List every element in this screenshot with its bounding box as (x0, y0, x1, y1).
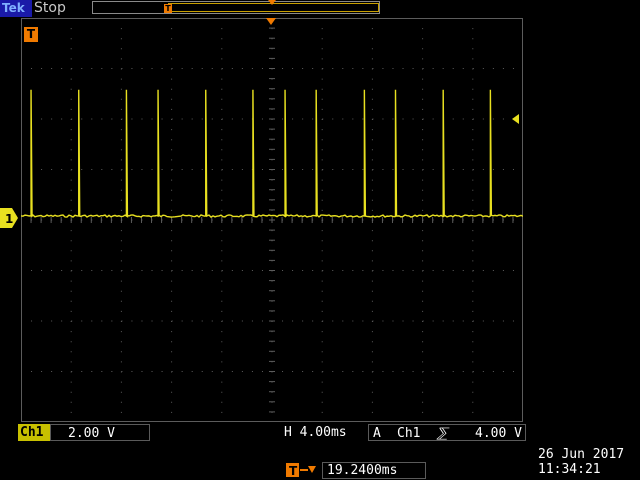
ch1-vertical-scale: 2.00 V (50, 424, 150, 441)
delay-arrow-head (308, 466, 316, 473)
ch1-ground-label: 1 (5, 212, 13, 226)
record-trigger-position-arrow (268, 0, 276, 5)
graticule-svg (21, 18, 523, 422)
delay-t-glyph: T (289, 464, 298, 478)
time-display: 11:34:21 (538, 462, 601, 477)
trigger-delay-icon: T (286, 463, 316, 478)
trigger-readout: A Ch1 ⅀ 4.00 V (368, 424, 526, 441)
trigger-source: Ch1 (397, 426, 421, 441)
trigger-point-badge: T (24, 27, 38, 42)
trigger-level-marker[interactable] (512, 114, 519, 124)
rising-edge-icon: ⅀ (437, 426, 448, 441)
trigger-mode: A (373, 426, 381, 441)
record-trigger-marker: T (164, 4, 172, 13)
ch1-readout-label[interactable]: Ch1 (18, 424, 50, 441)
horizontal-scale: H 4.00ms (284, 425, 347, 440)
trigger-position-marker[interactable] (266, 18, 276, 25)
date-display: 26 Jun 2017 (538, 447, 625, 462)
trigger-level: 4.00 V (475, 426, 522, 441)
waveform-graticule (21, 18, 523, 422)
trigger-delay-value: 19.2400ms (322, 462, 426, 479)
ch1-ground-marker[interactable]: 1 (0, 208, 18, 228)
tek-logo: Tek (0, 0, 32, 17)
acquisition-status: Stop (34, 0, 66, 16)
